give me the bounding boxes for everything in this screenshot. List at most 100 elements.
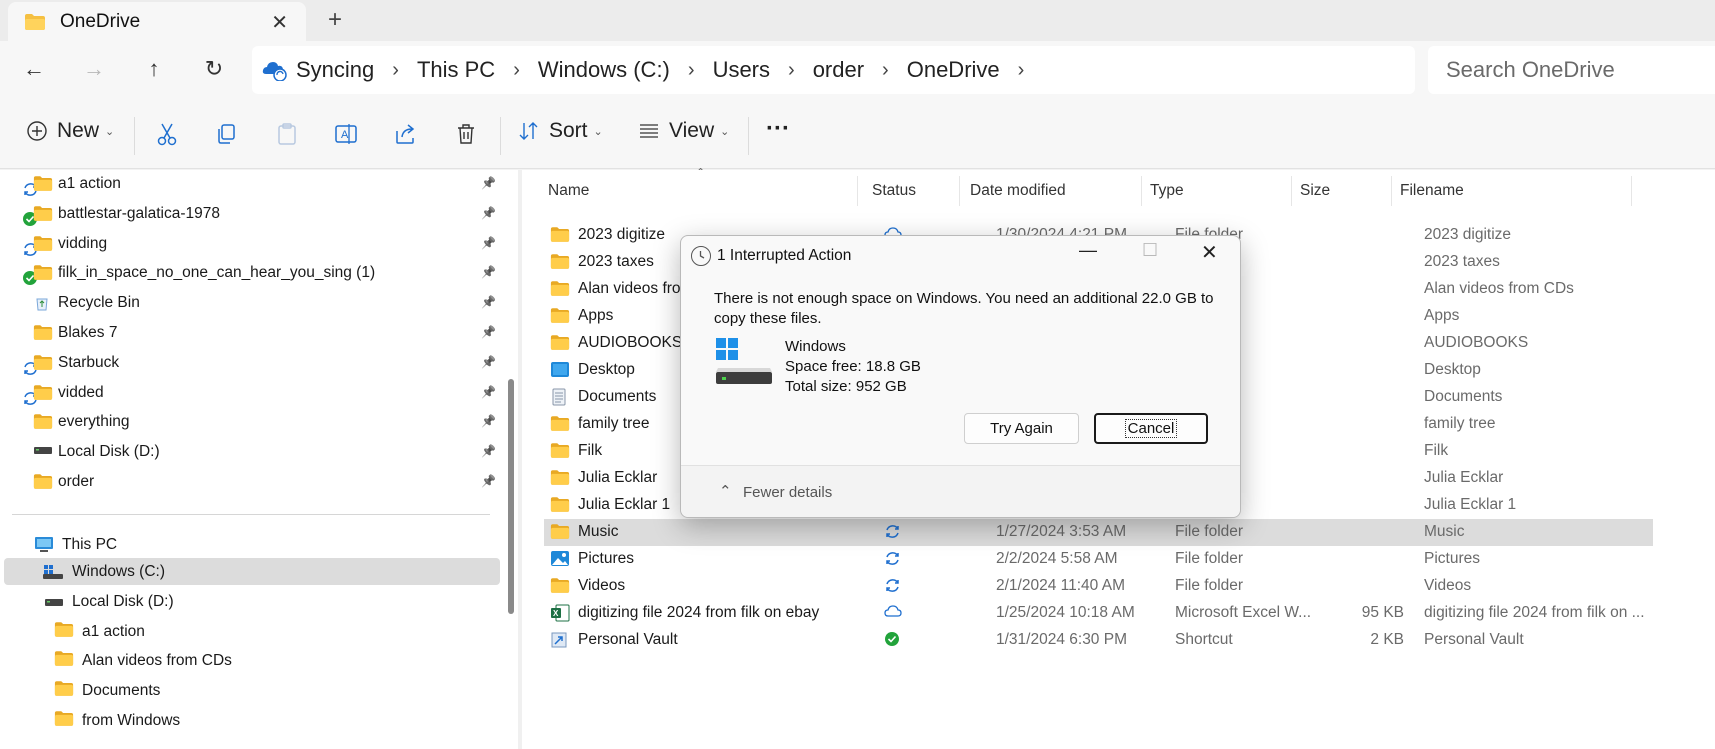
breadcrumb-chevron-icon[interactable]: › — [1018, 59, 1025, 82]
breadcrumb-chevron-icon[interactable]: › — [788, 59, 795, 82]
back-arrow-icon[interactable]: ← — [20, 56, 48, 82]
cancel-button[interactable]: Cancel — [1094, 413, 1208, 444]
breadcrumb-this-pc[interactable]: This PC — [417, 57, 495, 83]
delete-icon[interactable] — [453, 121, 479, 147]
cut-icon[interactable] — [154, 121, 180, 147]
breadcrumb-users[interactable]: Users — [713, 57, 770, 83]
pin-icon[interactable]: 📌 — [481, 295, 496, 309]
more-options-button[interactable]: ··· — [766, 115, 790, 143]
file-row[interactable]: Music 1/27/2024 3:53 AM File folder Music — [544, 519, 1653, 546]
quick-access-label: order — [58, 473, 95, 490]
dialog-footer: ⌃ Fewer details — [681, 465, 1240, 517]
subfolder-item[interactable]: a1 action — [54, 618, 145, 645]
drive-icon — [45, 598, 63, 606]
quick-access-item[interactable]: everything 📌 — [22, 409, 502, 436]
cell-name: Julia Ecklar — [578, 469, 658, 486]
pin-icon[interactable]: 📌 — [481, 444, 496, 458]
quick-access-item[interactable]: vidding 📌 — [22, 231, 502, 258]
refresh-icon[interactable]: ↻ — [200, 56, 228, 82]
view-button[interactable]: View ⌄ — [638, 119, 729, 143]
pin-icon[interactable]: 📌 — [481, 176, 496, 190]
subfolder-item[interactable]: Documents — [54, 678, 160, 705]
quick-access-item[interactable]: Recycle Bin 📌 — [22, 290, 502, 317]
quick-access-label: filk_in_space_no_one_can_hear_you_sing (… — [58, 264, 376, 282]
quick-access-item[interactable]: filk_in_space_no_one_can_hear_you_sing (… — [22, 260, 502, 287]
rename-icon[interactable]: A — [333, 121, 359, 147]
column-header-type[interactable]: Type — [1142, 176, 1292, 206]
breadcrumb-chevron-icon[interactable]: › — [513, 59, 520, 82]
cell-filename: Music — [1424, 523, 1465, 540]
quick-access-item[interactable]: Blakes 7 📌 — [22, 320, 502, 347]
up-arrow-icon[interactable]: ↑ — [140, 56, 168, 82]
fewer-details-link[interactable]: Fewer details — [743, 484, 832, 501]
file-row[interactable]: Personal Vault 1/31/2024 6:30 PM Shortcut 2… — [544, 627, 1653, 654]
breadcrumb-windows-c[interactable]: Windows (C:) — [538, 57, 670, 83]
copy-icon[interactable] — [214, 121, 240, 147]
column-header-date-modified[interactable]: Date modified — [962, 176, 1142, 206]
breadcrumb-chevron-icon[interactable]: › — [392, 59, 399, 82]
file-row[interactable]: Xdigitizing file 2024 from filk on ebay 1… — [544, 600, 1653, 627]
nav-item-this-pc[interactable]: This PC — [34, 531, 117, 558]
breadcrumb-chevron-icon[interactable]: › — [882, 59, 889, 82]
subfolder-item[interactable]: from Windows — [54, 707, 180, 734]
pin-icon[interactable]: 📌 — [481, 385, 496, 399]
paste-icon[interactable] — [274, 121, 300, 147]
cell-type: File folder — [1175, 577, 1244, 594]
subfolder-item[interactable]: Alan videos from CDs — [54, 648, 232, 675]
try-again-button[interactable]: Try Again — [964, 413, 1079, 444]
folder-icon — [33, 413, 53, 435]
breadcrumb-order[interactable]: order — [813, 57, 864, 83]
column-header-filename[interactable]: Filename — [1392, 176, 1632, 206]
breadcrumb-chevron-icon[interactable]: › — [688, 59, 695, 82]
plus-circle-icon — [27, 121, 47, 141]
new-tab-button[interactable]: + — [328, 6, 342, 34]
pin-icon[interactable]: 📌 — [481, 474, 496, 488]
pin-icon[interactable]: 📌 — [481, 355, 496, 369]
sort-button[interactable]: Sort ⌄ — [518, 119, 603, 143]
folder-icon — [54, 650, 74, 672]
new-label: New — [57, 119, 100, 142]
breadcrumb-onedrive[interactable]: OneDrive — [907, 57, 1000, 83]
folder-icon — [550, 577, 570, 595]
address-bar[interactable]: Syncing › This PC › Windows (C:) › Users… — [252, 46, 1415, 94]
column-header-size[interactable]: Size — [1292, 176, 1392, 206]
new-button[interactable]: New ⌄ — [26, 119, 114, 143]
quick-access-item[interactable]: battlestar-galatica-1978 📌 — [22, 201, 502, 228]
nav-item-local-disk-d[interactable]: Local Disk (D:) — [44, 588, 174, 615]
pin-icon[interactable]: 📌 — [481, 206, 496, 220]
folder-icon — [550, 415, 570, 433]
maximize-icon[interactable]: ☐ — [1142, 240, 1158, 261]
share-icon[interactable] — [393, 121, 419, 147]
pin-icon[interactable]: 📌 — [481, 325, 496, 339]
pin-icon[interactable]: 📌 — [481, 414, 496, 428]
tab-onedrive[interactable]: OneDrive ✕ — [8, 2, 306, 42]
interrupted-action-dialog: 1 Interrupted Action — ☐ ✕ There is not … — [680, 235, 1241, 518]
nav-item-windows-c[interactable]: Windows (C:) — [4, 558, 500, 585]
close-icon[interactable]: ✕ — [1201, 240, 1218, 265]
forward-arrow-icon[interactable]: → — [80, 56, 108, 82]
column-header-status[interactable]: Status — [864, 176, 960, 206]
pin-icon[interactable]: 📌 — [481, 265, 496, 279]
breadcrumb-syncing[interactable]: Syncing — [296, 57, 374, 83]
quick-access-item[interactable]: order 📌 — [22, 469, 502, 496]
search-input[interactable]: Search OneDrive — [1428, 46, 1715, 94]
pictures-icon — [550, 550, 570, 568]
minimize-icon[interactable]: — — [1079, 240, 1097, 261]
quick-access-item[interactable]: vidded 📌 — [22, 380, 502, 407]
cell-date: 2/2/2024 5:58 AM — [996, 550, 1118, 567]
close-tab-icon[interactable]: ✕ — [271, 10, 288, 35]
pin-icon[interactable]: 📌 — [481, 236, 496, 250]
nav-pane-scrollbar[interactable] — [508, 379, 514, 614]
chevron-up-icon[interactable]: ⌃ — [719, 482, 732, 500]
file-row[interactable]: Pictures 2/2/2024 5:58 AM File folder Pictu… — [544, 546, 1653, 573]
drive-info: Windows Space free: 18.8 GB Total size: … — [785, 337, 921, 397]
subfolder-label: Alan videos from CDs — [82, 652, 232, 670]
quick-access-item[interactable]: a1 action 📌 — [22, 171, 502, 198]
cell-name: 2023 taxes — [578, 253, 654, 270]
column-header-name[interactable]: Name — [540, 176, 858, 206]
quick-access-item[interactable]: Local Disk (D:) 📌 — [22, 439, 502, 466]
onedrive-sync-icon — [262, 62, 287, 81]
quick-access-item[interactable]: Starbuck 📌 — [22, 350, 502, 377]
file-row[interactable]: Videos 2/1/2024 11:40 AM File folder Videos — [544, 573, 1653, 600]
cell-filename: Filk — [1424, 442, 1449, 459]
